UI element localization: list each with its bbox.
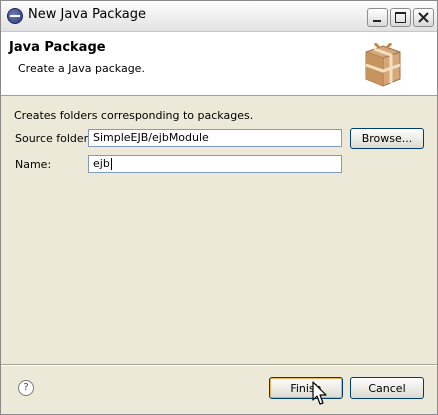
mouse-pointer-icon: [312, 381, 327, 405]
cancel-button[interactable]: Cancel: [350, 377, 424, 399]
button-bar: ? Finish Cancel: [1, 366, 437, 414]
source-folder-label: Source folder:: [15, 132, 92, 145]
title-bar[interactable]: New Java Package: [1, 1, 437, 32]
source-folder-input[interactable]: SimpleEJB/ejbModule: [88, 129, 342, 147]
close-icon: [418, 12, 429, 23]
wizard-content: Creates folders corresponding to package…: [1, 96, 437, 364]
banner-description: Create a Java package.: [18, 62, 145, 75]
text-caret: [110, 158, 112, 170]
help-icon[interactable]: ?: [18, 380, 34, 396]
maximize-button[interactable]: [390, 8, 411, 27]
page-description: Creates folders corresponding to package…: [14, 109, 254, 122]
minimize-button[interactable]: [367, 8, 388, 27]
wizard-banner: Java Package Create a Java package.: [1, 32, 437, 96]
name-input[interactable]: ejb: [88, 155, 342, 173]
banner-title: Java Package: [9, 40, 106, 55]
eclipse-icon: [7, 8, 23, 24]
window-title: New Java Package: [28, 7, 146, 22]
browse-button[interactable]: Browse...: [350, 128, 424, 149]
finish-button[interactable]: Finish: [269, 377, 343, 399]
package-icon: [365, 42, 401, 87]
new-java-package-dialog: New Java Package Java Package Create a J…: [0, 0, 438, 415]
name-input-value: ejb: [93, 157, 110, 170]
close-button[interactable]: [413, 8, 434, 27]
name-label: Name:: [15, 158, 52, 171]
